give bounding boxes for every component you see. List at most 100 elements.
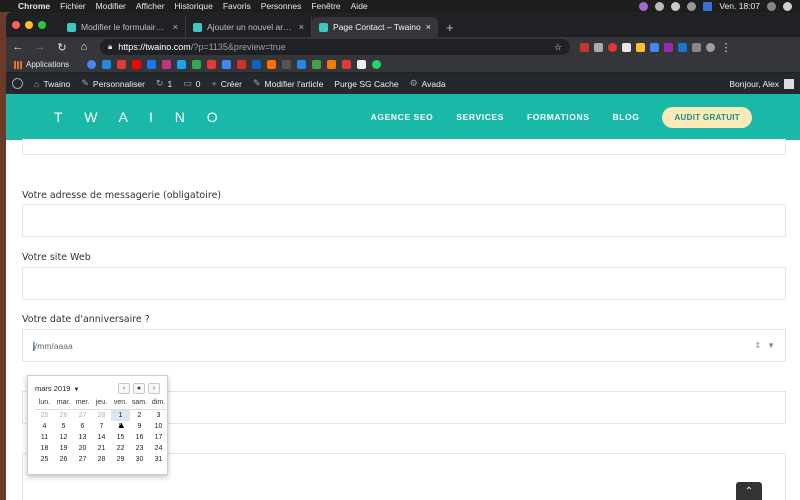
calendar-day[interactable]: 13 — [73, 432, 92, 443]
wp-avada[interactable]: ⚙ Avada — [410, 78, 446, 89]
minimize-window-icon[interactable] — [25, 20, 33, 29]
calendar-day[interactable]: 30 — [130, 454, 149, 465]
extension-icon[interactable] — [636, 42, 645, 52]
nav-blog[interactable]: BLOG — [613, 112, 640, 122]
nav-services[interactable]: SERVICES — [456, 112, 504, 122]
name-field[interactable] — [22, 139, 786, 155]
website-field[interactable] — [22, 267, 786, 300]
bookmark-icon[interactable] — [102, 60, 112, 69]
menu-app-name[interactable]: Chrome — [18, 1, 50, 11]
linkedin-icon[interactable] — [252, 60, 262, 69]
wp-updates[interactable]: ↻ 1 — [156, 78, 172, 89]
calendar-day[interactable]: 7 — [92, 421, 111, 432]
today-button[interactable]: ● — [133, 382, 145, 394]
cloud-icon[interactable] — [671, 1, 681, 11]
calendar-day[interactable]: 11 — [35, 432, 54, 443]
wp-new[interactable]: + Créer — [211, 79, 242, 89]
calendar-day[interactable]: 21 — [92, 443, 111, 454]
notification-icon[interactable] — [783, 1, 792, 11]
bookmark-icon[interactable] — [207, 60, 217, 69]
facebook-icon[interactable] — [147, 60, 157, 69]
twitter-icon[interactable] — [177, 60, 187, 69]
wp-purge-cache[interactable]: Purge SG Cache — [334, 79, 398, 89]
calendar-day[interactable]: 2 — [130, 410, 149, 421]
menu-favoris[interactable]: Favoris — [223, 1, 251, 11]
calendar-day[interactable]: 29 — [111, 454, 130, 465]
tab-close-icon[interactable]: × — [173, 22, 178, 32]
bookmark-icon[interactable] — [192, 60, 202, 69]
menu-fichier[interactable]: Fichier — [60, 1, 86, 11]
search-icon[interactable] — [767, 1, 776, 11]
calendar-day[interactable]: 14 — [92, 432, 111, 443]
wp-site-link[interactable]: ⌂ Twaino — [34, 79, 70, 89]
close-window-icon[interactable] — [12, 20, 20, 29]
bookmark-icon[interactable] — [312, 60, 322, 69]
wp-comments[interactable]: ▭ 0 — [183, 78, 200, 89]
wp-customize[interactable]: ✎ Personnaliser — [81, 78, 145, 89]
wordpress-icon[interactable] — [12, 78, 23, 89]
bookmark-icon[interactable] — [282, 60, 292, 69]
extension-icon[interactable] — [664, 42, 673, 52]
calendar-day[interactable]: 24 — [149, 443, 168, 454]
bookmark-star-icon[interactable]: ☆ — [554, 42, 562, 53]
menu-aide[interactable]: Aide — [351, 1, 368, 11]
calendar-day[interactable]: 31 — [149, 454, 168, 465]
status-app-icon[interactable] — [639, 1, 649, 11]
month-selector[interactable]: mars 2019 ▼ — [35, 384, 79, 393]
birthday-date-input[interactable]: j/mm/aaaa ⇕ ▼ — [22, 329, 786, 362]
bookmark-icon[interactable] — [237, 60, 247, 69]
menu-fenetre[interactable]: Fenêtre — [311, 1, 340, 11]
profile-avatar[interactable] — [706, 42, 715, 52]
calendar-day[interactable]: 10 — [149, 421, 168, 432]
extension-icon[interactable] — [650, 42, 659, 52]
bookmark-icon[interactable] — [267, 60, 277, 69]
calendar-day[interactable]: 5 — [54, 421, 73, 432]
address-bar[interactable]: 🔒︎ https://twaino.com /?p=1135&preview=t… — [100, 39, 570, 55]
bookmark-icon[interactable] — [342, 60, 352, 69]
bookmark-icon[interactable] — [117, 60, 127, 69]
tab-new-article[interactable]: Ajouter un nouvel article ‹ Twa × — [186, 17, 312, 37]
next-month-button[interactable]: › — [148, 382, 160, 394]
extension-icon[interactable] — [678, 42, 687, 52]
calendar-day[interactable]: 12 — [54, 432, 73, 443]
tab-close-icon[interactable]: × — [426, 22, 431, 32]
site-logo[interactable]: T W A I N O — [54, 109, 227, 125]
calendar-day[interactable]: 25 — [35, 410, 54, 421]
bookmark-icon[interactable] — [222, 60, 232, 69]
email-field[interactable] — [22, 204, 786, 237]
calendar-day[interactable]: 4 — [35, 421, 54, 432]
nav-agence-seo[interactable]: AGENCE SEO — [371, 112, 434, 122]
extension-icon[interactable] — [580, 42, 589, 52]
calendar-day[interactable]: 26 — [54, 410, 73, 421]
status-record-icon[interactable] — [655, 1, 665, 11]
calendar-day[interactable]: 9 — [130, 421, 149, 432]
forward-icon[interactable]: → — [34, 41, 46, 53]
whatsapp-icon[interactable] — [372, 60, 382, 69]
calendar-day[interactable]: 28 — [92, 454, 111, 465]
menu-kebab-icon[interactable]: ⋮ — [720, 41, 732, 54]
wp-edit-post[interactable]: ✎ Modifier l'article — [253, 78, 323, 89]
wp-account[interactable]: Bonjour, Alex — [729, 78, 794, 89]
calendar-day[interactable]: 26 — [54, 454, 73, 465]
calendar-day[interactable]: 23 — [130, 443, 149, 454]
bookmark-icon[interactable] — [357, 60, 367, 69]
tab-contact-page[interactable]: Page Contact – Twaino × — [312, 17, 438, 37]
maximize-window-icon[interactable] — [38, 20, 46, 29]
menu-personnes[interactable]: Personnes — [261, 1, 302, 11]
calendar-day[interactable]: 15 — [111, 432, 130, 443]
calendar-day[interactable]: 18 — [35, 443, 54, 454]
google-icon[interactable] — [87, 60, 97, 69]
new-tab-button[interactable]: + — [446, 17, 454, 37]
scroll-to-top-button[interactable]: ⌃ — [736, 482, 762, 500]
calendar-day[interactable]: 3 — [149, 410, 168, 421]
wifi-icon[interactable] — [687, 1, 697, 11]
calendar-day[interactable]: 25 — [35, 454, 54, 465]
menu-afficher[interactable]: Afficher — [136, 1, 165, 11]
youtube-icon[interactable] — [132, 60, 142, 69]
instagram-icon[interactable] — [162, 60, 172, 69]
calendar-day[interactable]: 19 — [54, 443, 73, 454]
clock[interactable]: Ven. 18:07 — [719, 1, 760, 11]
tab-close-icon[interactable]: × — [299, 22, 304, 32]
pinterest-icon[interactable] — [608, 42, 617, 52]
tab-edit-form[interactable]: Modifier le formulaire de conta × — [60, 17, 186, 37]
